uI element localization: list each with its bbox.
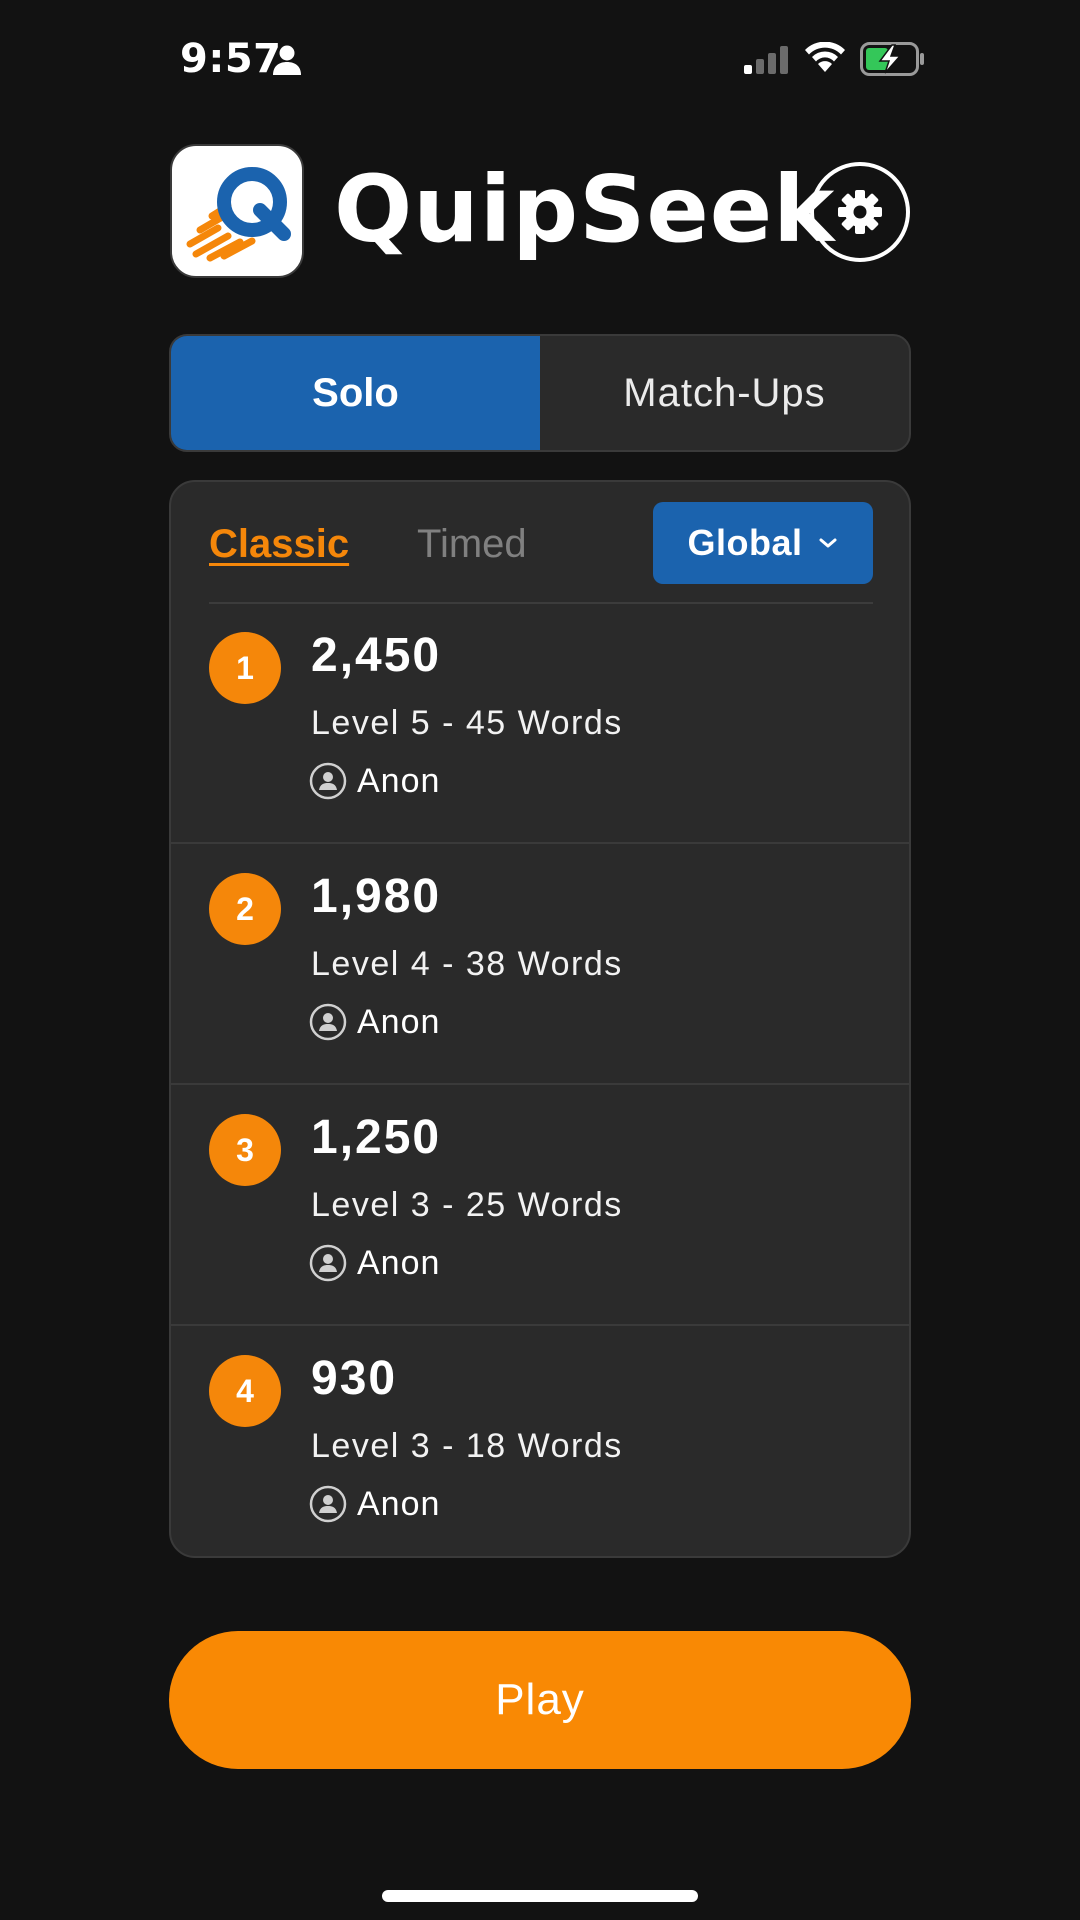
settings-button[interactable] bbox=[810, 162, 910, 262]
leaderboard-row[interactable]: 2 1,980 Level 4 - 38 Words Anon bbox=[171, 845, 909, 1085]
battery-charging-icon bbox=[860, 42, 924, 76]
score-detail: Level 3 - 18 Words bbox=[311, 1427, 623, 1465]
tab-match-ups[interactable]: Match-Ups bbox=[540, 336, 909, 450]
rank-badge: 3 bbox=[209, 1114, 281, 1186]
score-detail: Level 3 - 25 Words bbox=[311, 1186, 623, 1224]
chevron-down-icon bbox=[819, 538, 836, 548]
app-title: QuipSeek bbox=[334, 156, 836, 263]
status-time: 9:57 bbox=[180, 36, 282, 82]
person-icon bbox=[273, 45, 301, 75]
rank-badge: 2 bbox=[209, 873, 281, 945]
score-detail: Level 5 - 45 Words bbox=[311, 704, 623, 742]
leaderboard-row[interactable]: 3 1,250 Level 3 - 25 Words Anon bbox=[171, 1086, 909, 1326]
row-divider bbox=[171, 1324, 909, 1326]
tab-classic[interactable]: Classic bbox=[209, 522, 349, 567]
cellular-signal-icon bbox=[744, 46, 788, 74]
tab-timed[interactable]: Timed bbox=[417, 522, 527, 567]
tab-solo[interactable]: Solo bbox=[171, 336, 540, 450]
wifi-icon bbox=[805, 42, 845, 72]
rank-badge: 1 bbox=[209, 632, 281, 704]
scope-dropdown[interactable]: Global bbox=[653, 502, 873, 584]
score-value: 1,250 bbox=[311, 1111, 442, 1164]
player-name: Anon bbox=[357, 1244, 441, 1282]
app-logo-graphic bbox=[186, 167, 291, 262]
score-value: 930 bbox=[311, 1352, 398, 1405]
leaderboard-row[interactable]: 1 2,450 Level 5 - 45 Words Anon bbox=[171, 604, 909, 844]
leaderboard-card: Classic Timed Global 1 2,450 Level 5 - 4… bbox=[169, 480, 911, 1558]
gear-icon bbox=[838, 190, 882, 234]
row-divider bbox=[171, 842, 909, 844]
leaderboard-row[interactable]: 4 930 Level 3 - 18 Words Anon bbox=[171, 1327, 909, 1556]
app-logo bbox=[170, 144, 304, 278]
play-button[interactable]: Play bbox=[169, 1631, 911, 1769]
app-screen: 9:57 QuipSeek Solo Match-Ups Classic Tim… bbox=[0, 0, 1080, 1920]
user-avatar-icon bbox=[309, 1244, 347, 1282]
user-avatar-icon bbox=[309, 1485, 347, 1523]
status-bar: 9:57 bbox=[0, 0, 1080, 118]
home-indicator[interactable] bbox=[382, 1890, 698, 1902]
user-avatar-icon bbox=[309, 1003, 347, 1041]
player-name: Anon bbox=[357, 1003, 441, 1041]
row-divider bbox=[171, 1083, 909, 1085]
score-detail: Level 4 - 38 Words bbox=[311, 945, 623, 983]
score-value: 2,450 bbox=[311, 629, 442, 682]
mode-segmented-control: Solo Match-Ups bbox=[169, 334, 911, 452]
rank-badge: 4 bbox=[209, 1355, 281, 1427]
scope-dropdown-label: Global bbox=[687, 522, 803, 563]
player-name: Anon bbox=[357, 762, 441, 800]
score-value: 1,980 bbox=[311, 870, 442, 923]
player-name: Anon bbox=[357, 1485, 441, 1523]
user-avatar-icon bbox=[309, 762, 347, 800]
